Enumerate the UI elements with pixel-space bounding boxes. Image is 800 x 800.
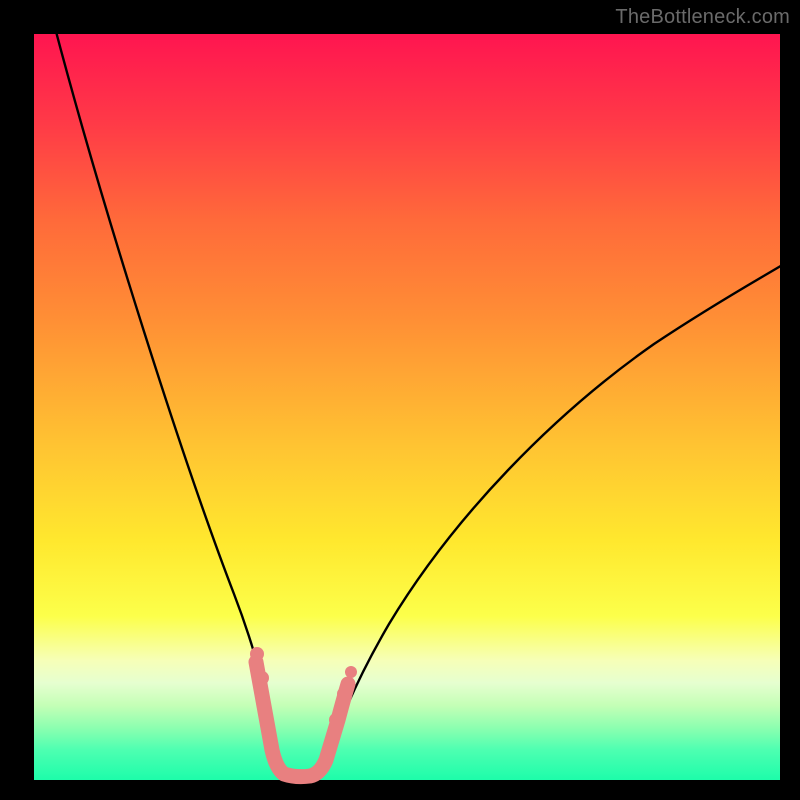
left-branch-curve <box>54 24 282 769</box>
marker-dot <box>329 713 343 727</box>
marker-dot <box>345 666 357 678</box>
marker-dot <box>255 671 269 685</box>
right-branch-curve <box>324 264 784 769</box>
marker-dot <box>250 647 264 661</box>
watermark-text: TheBottleneck.com <box>615 6 790 29</box>
marker-dot <box>337 687 351 701</box>
chart-svg <box>34 34 780 780</box>
chart-frame: TheBottleneck.com <box>0 0 800 800</box>
